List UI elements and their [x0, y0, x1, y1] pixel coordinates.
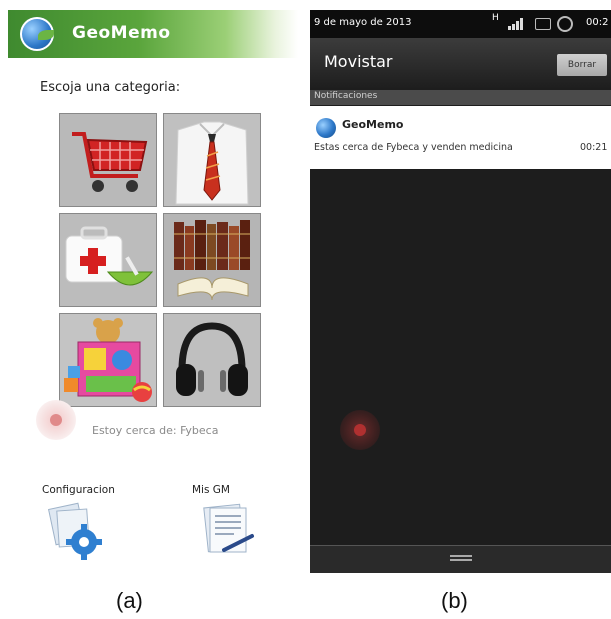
clear-notifications-button[interactable]: Borrar — [557, 54, 607, 76]
network-type-icon: H — [492, 13, 499, 23]
category-clothing-button[interactable] — [163, 113, 261, 207]
medical-kit-icon — [60, 214, 156, 306]
app-screen-categories: GeoMemo Escoja una categoria: Estoy cerc… — [8, 10, 298, 565]
my-gm-label: Mis GM — [192, 484, 230, 496]
category-pharmacy-button[interactable] — [59, 213, 157, 307]
settings-gear-icon[interactable] — [46, 502, 104, 560]
notification-time: 00:21 — [580, 142, 608, 153]
battery-icon — [535, 18, 551, 30]
books-icon — [164, 214, 260, 306]
notification-header: Movistar Borrar — [310, 38, 611, 88]
settings-label: Configuracion — [42, 484, 115, 496]
drawer-handle-bar[interactable] — [310, 545, 611, 573]
status-date: 9 de mayo de 2013 — [314, 17, 412, 28]
caption-a: (a) — [116, 588, 143, 613]
notification-item[interactable]: GeoMemo Estas cerca de Fybeca y venden m… — [310, 106, 611, 169]
globe-logo-icon — [316, 118, 336, 138]
alarm-clock-icon — [557, 16, 573, 32]
section-label: Notificaciones — [314, 91, 378, 101]
record-dot-icon — [50, 414, 62, 426]
category-music-button[interactable] — [163, 313, 261, 407]
toys-icon — [60, 314, 156, 406]
app-title: GeoMemo — [72, 23, 171, 43]
category-prompt: Escoja una categoria: — [40, 80, 181, 95]
caption-b: (b) — [441, 588, 468, 613]
shopping-cart-icon — [60, 114, 156, 206]
carrier-name: Movistar — [324, 52, 393, 71]
shirt-tie-icon — [164, 114, 260, 206]
signal-strength-icon — [508, 18, 523, 30]
record-dot-icon — [354, 424, 366, 436]
category-toys-button[interactable] — [59, 313, 157, 407]
drag-handle-icon — [450, 555, 472, 565]
category-books-button[interactable] — [163, 213, 261, 307]
headphones-icon — [164, 314, 260, 406]
notification-screen: 9 de mayo de 2013 H 00:2 Movistar Borrar… — [310, 10, 611, 573]
proximity-status-text: Estoy cerca de: Fybeca — [92, 424, 219, 437]
notes-pen-icon[interactable] — [198, 500, 256, 558]
app-header: GeoMemo — [8, 10, 298, 58]
notification-title: GeoMemo — [342, 118, 404, 131]
category-shopping-button[interactable] — [59, 113, 157, 207]
status-bar: 9 de mayo de 2013 H 00:2 — [310, 10, 611, 38]
status-time: 00:2 — [586, 17, 609, 28]
notification-text: Estas cerca de Fybeca y venden medicina — [314, 142, 513, 153]
notifications-section-header: Notificaciones — [310, 90, 611, 105]
